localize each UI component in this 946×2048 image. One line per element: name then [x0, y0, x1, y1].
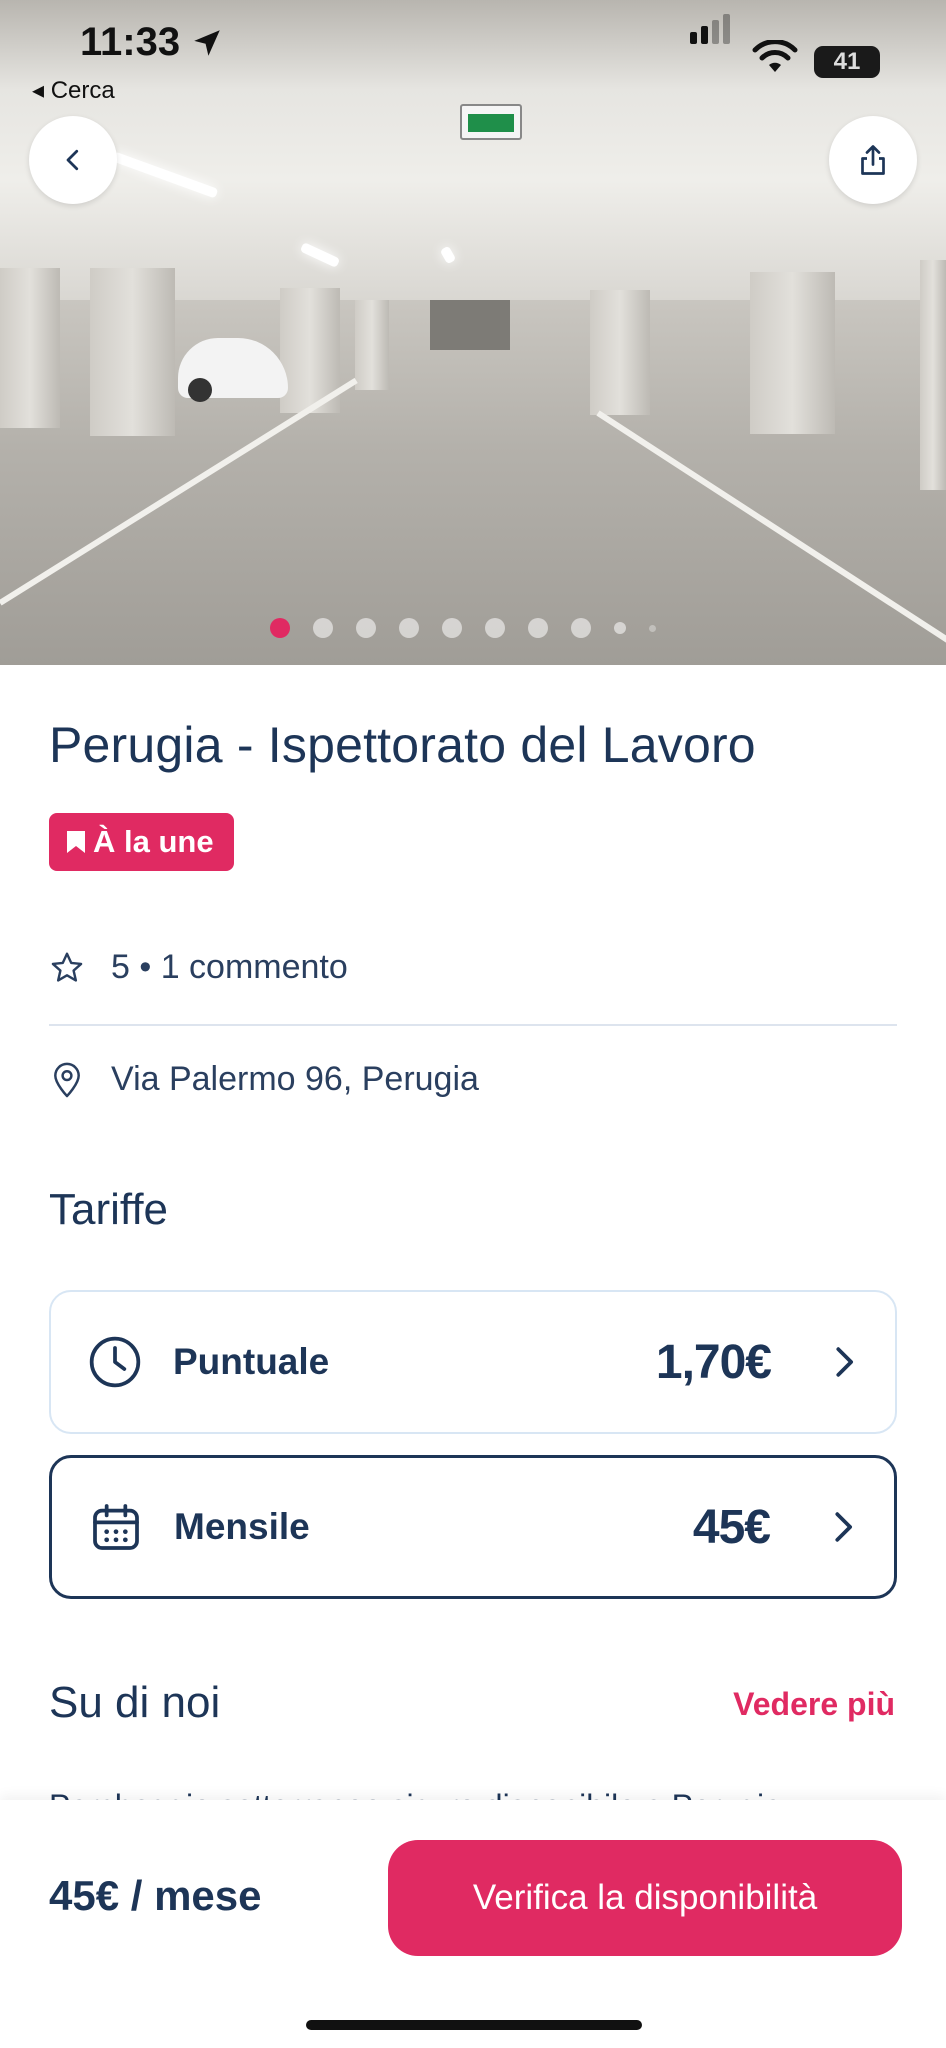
share-button[interactable] — [829, 116, 917, 204]
photo-pillar — [0, 268, 60, 428]
battery-indicator: 41 — [814, 46, 880, 78]
check-availability-button[interactable]: Verifica la disponibilità — [388, 1840, 902, 1956]
chevron-left-icon — [66, 149, 79, 171]
rate-monthly[interactable]: Mensile 45€ — [49, 1455, 897, 1599]
rate-price: 45€ — [692, 1500, 771, 1554]
rating-text: 5 • 1 commento — [111, 948, 348, 986]
rate-label: Mensile — [174, 1506, 310, 1547]
photo-pillar — [355, 300, 389, 390]
carousel-dot[interactable] — [571, 618, 591, 638]
price-summary: 45€ / mese — [49, 1872, 262, 1919]
bottom-action-bar: 45€ / mese Verifica la disponibilità — [0, 1800, 946, 2048]
photo-pillar — [750, 272, 835, 434]
home-indicator[interactable] — [306, 2020, 642, 2030]
carousel-dot[interactable] — [270, 618, 290, 638]
featured-badge-label: À la une — [93, 824, 214, 859]
calendar-icon — [93, 1504, 139, 1550]
carousel-dot[interactable] — [356, 618, 376, 638]
chevron-right-icon — [836, 1347, 853, 1377]
carousel-dot[interactable] — [442, 618, 462, 638]
carousel-dot[interactable] — [528, 618, 548, 638]
carousel-dot[interactable] — [485, 618, 505, 638]
rates-section-title: Tariffe — [49, 1185, 169, 1234]
carousel-dot[interactable] — [313, 618, 333, 638]
back-button[interactable] — [29, 116, 117, 204]
wifi-icon — [752, 40, 798, 72]
rate-price: 1,70€ — [655, 1335, 772, 1389]
carousel-dot[interactable] — [649, 624, 656, 632]
back-to-app-link[interactable]: ◂ Cerca — [32, 76, 115, 105]
status-time: 11:33 — [80, 20, 181, 64]
carousel-dot[interactable] — [399, 618, 419, 638]
photo-pillar — [920, 260, 946, 490]
carousel-dot[interactable] — [614, 622, 626, 634]
location-arrow-icon — [194, 30, 220, 56]
listing-title: Perugia - Ispettorato del Lavoro — [49, 717, 756, 773]
status-bar: 11:33 ◂ Cerca 41 — [0, 0, 946, 110]
featured-badge: À la une — [49, 813, 234, 871]
share-icon — [861, 145, 885, 175]
carousel-dots[interactable] — [270, 618, 656, 638]
rate-label: Puntuale — [173, 1341, 330, 1382]
star-icon — [51, 952, 83, 982]
rate-hourly[interactable]: Puntuale 1,70€ — [49, 1290, 897, 1434]
about-section-title: Su di noi — [49, 1678, 221, 1727]
divider — [49, 1024, 897, 1026]
photo-pillar — [90, 268, 175, 436]
address-text: Via Palermo 96, Perugia — [111, 1060, 479, 1098]
bookmark-icon — [67, 831, 85, 853]
photo-vanishing-point — [430, 300, 510, 350]
photo-pillar — [590, 290, 650, 415]
address-row[interactable]: Via Palermo 96, Perugia — [49, 1060, 479, 1099]
see-more-link[interactable]: Vedere più — [733, 1686, 895, 1723]
chevron-right-icon — [835, 1512, 852, 1542]
clock-icon — [89, 1336, 141, 1388]
rating-row[interactable]: 5 • 1 commento — [49, 948, 348, 987]
location-pin-icon — [54, 1062, 80, 1097]
